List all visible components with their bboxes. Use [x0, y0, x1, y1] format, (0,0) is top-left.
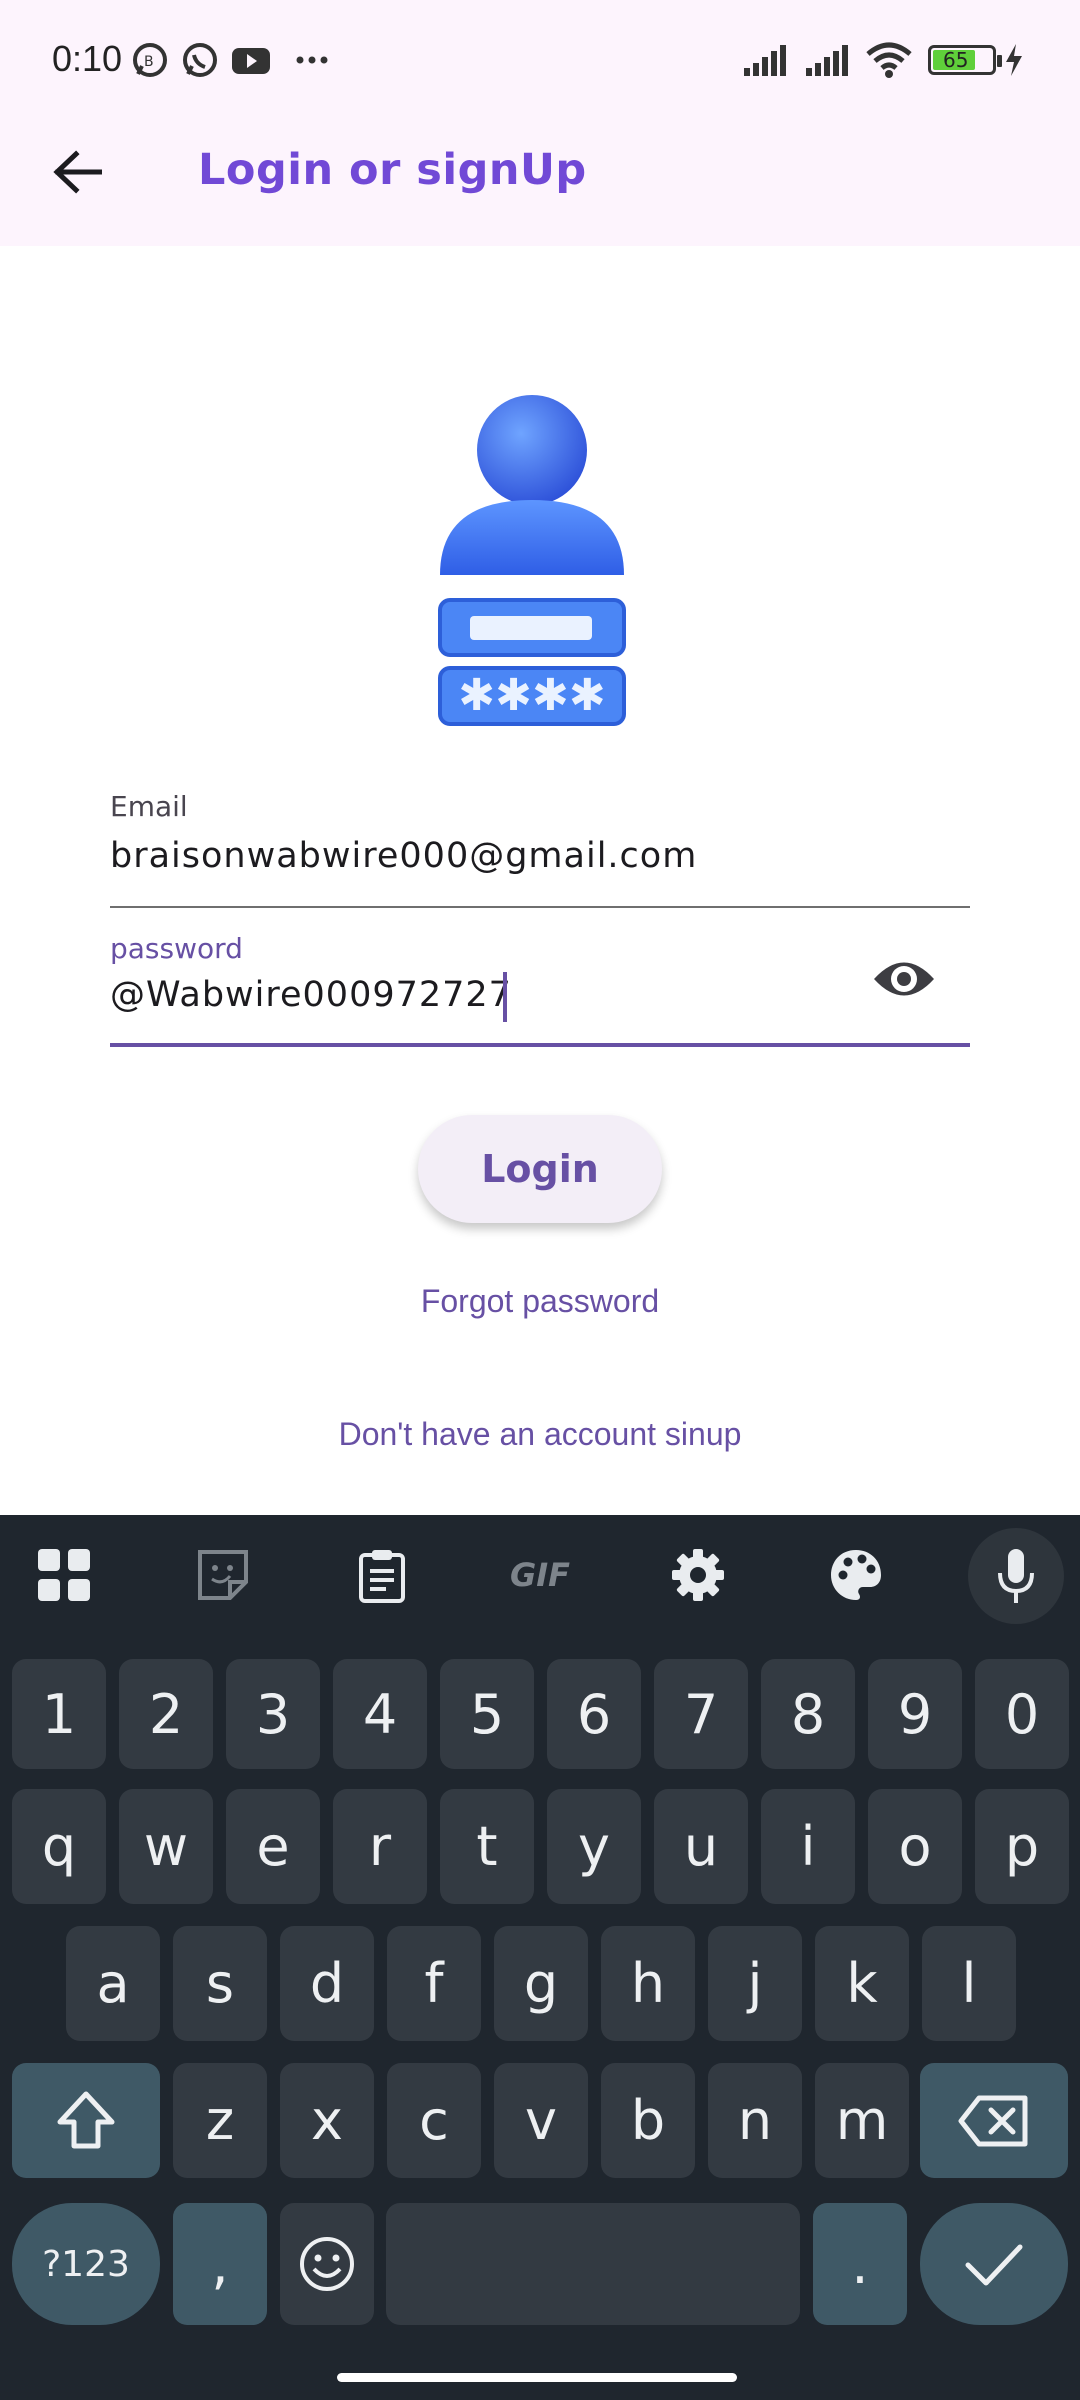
shift-icon: [57, 2091, 115, 2148]
period-key[interactable]: .: [813, 2203, 907, 2325]
battery-icon: 65: [928, 45, 1002, 75]
key-x[interactable]: x: [280, 2063, 374, 2178]
status-bar: 0:10 B 65: [0, 0, 1080, 120]
wifi-icon: [866, 42, 912, 78]
key-h[interactable]: h: [601, 1926, 695, 2041]
eye-icon: [874, 962, 934, 996]
signup-link[interactable]: Don't have an account sinup: [0, 1416, 1080, 1453]
key-7[interactable]: 7: [654, 1659, 748, 1769]
youtube-icon: [232, 48, 270, 74]
key-z[interactable]: z: [173, 2063, 267, 2178]
key-i[interactable]: i: [761, 1789, 855, 1904]
email-input[interactable]: braisonwabwire000@gmail.com: [110, 836, 697, 876]
key-u[interactable]: u: [654, 1789, 748, 1904]
key-l[interactable]: l: [922, 1926, 1016, 2041]
key-p[interactable]: p: [975, 1789, 1069, 1904]
voice-input-button[interactable]: [968, 1528, 1064, 1624]
palette-icon: [831, 1550, 881, 1600]
key-e[interactable]: e: [226, 1789, 320, 1904]
whatsapp-business-icon: B: [133, 43, 167, 77]
key-s[interactable]: s: [173, 1926, 267, 2041]
status-time: 0:10: [52, 38, 123, 79]
key-v[interactable]: v: [494, 2063, 588, 2178]
settings-icon: [672, 1549, 724, 1601]
key-j[interactable]: j: [708, 1926, 802, 2041]
key-0[interactable]: 0: [975, 1659, 1069, 1769]
charging-icon: [1006, 44, 1022, 76]
key-1[interactable]: 1: [12, 1659, 106, 1769]
backspace-icon: [958, 2095, 1028, 2146]
gif-icon: GIF: [509, 1556, 571, 1594]
symbols-key[interactable]: ?123: [12, 2203, 160, 2325]
key-t[interactable]: t: [440, 1789, 534, 1904]
clipboard-icon: [359, 1550, 405, 1603]
settings-button[interactable]: [658, 1535, 738, 1615]
key-q[interactable]: q: [12, 1789, 106, 1904]
key-w[interactable]: w: [119, 1789, 213, 1904]
emoji-icon: [300, 2237, 354, 2291]
battery-level: 65: [943, 48, 969, 72]
theme-button[interactable]: [816, 1535, 896, 1615]
key-8[interactable]: 8: [761, 1659, 855, 1769]
mic-icon: [998, 1549, 1034, 1603]
toggle-visibility-button[interactable]: [872, 952, 936, 1006]
gif-button[interactable]: GIF: [500, 1535, 580, 1615]
back-button[interactable]: [40, 135, 114, 209]
key-9[interactable]: 9: [868, 1659, 962, 1769]
key-5[interactable]: 5: [440, 1659, 534, 1769]
shift-key[interactable]: [12, 2063, 160, 2178]
app-header: 0:10 B 65 Login or signUp: [0, 0, 1080, 246]
key-g[interactable]: g: [494, 1926, 588, 2041]
key-y[interactable]: y: [547, 1789, 641, 1904]
backspace-key[interactable]: [920, 2063, 1068, 2178]
key-m[interactable]: m: [815, 2063, 909, 2178]
key-o[interactable]: o: [868, 1789, 962, 1904]
apps-button[interactable]: [24, 1535, 104, 1615]
email-underline: [110, 906, 970, 908]
login-illustration: ✱✱✱✱: [438, 395, 626, 726]
page-title: Login or signUp: [198, 145, 587, 195]
text-cursor: [503, 972, 507, 1022]
password-input[interactable]: @Wabwire000972727: [110, 975, 512, 1015]
svg-text:✱✱✱✱: ✱✱✱✱: [458, 670, 605, 721]
sticker-icon: [198, 1550, 248, 1600]
arrow-back-icon: [53, 150, 102, 194]
done-key[interactable]: [920, 2203, 1068, 2325]
sticker-button[interactable]: [183, 1535, 263, 1615]
key-d[interactable]: d: [280, 1926, 374, 2041]
email-label: Email: [110, 790, 188, 823]
key-3[interactable]: 3: [226, 1659, 320, 1769]
key-a[interactable]: a: [66, 1926, 160, 2041]
more-notifications-icon: [296, 56, 328, 64]
gesture-bar[interactable]: [337, 2373, 737, 2382]
signal-icon: [744, 45, 786, 76]
whatsapp-icon: [183, 43, 217, 77]
comma-key[interactable]: ,: [173, 2203, 267, 2325]
forgot-password-link[interactable]: Forgot password: [0, 1283, 1080, 1320]
login-button[interactable]: Login: [418, 1115, 662, 1223]
key-n[interactable]: n: [708, 2063, 802, 2178]
apps-icon: [38, 1549, 90, 1601]
key-f[interactable]: f: [387, 1926, 481, 2041]
key-6[interactable]: 6: [547, 1659, 641, 1769]
key-4[interactable]: 4: [333, 1659, 427, 1769]
signal-icon-2: [806, 45, 848, 76]
password-underline: [110, 1043, 970, 1047]
key-c[interactable]: c: [387, 2063, 481, 2178]
password-label: password: [110, 932, 243, 965]
check-icon: [965, 2244, 1023, 2286]
space-key[interactable]: [386, 2203, 800, 2325]
key-b[interactable]: b: [601, 2063, 695, 2178]
key-k[interactable]: k: [815, 1926, 909, 2041]
svg-text:B: B: [144, 54, 154, 70]
key-r[interactable]: r: [333, 1789, 427, 1904]
emoji-key[interactable]: [280, 2203, 374, 2325]
key-2[interactable]: 2: [119, 1659, 213, 1769]
clipboard-button[interactable]: [342, 1535, 422, 1615]
